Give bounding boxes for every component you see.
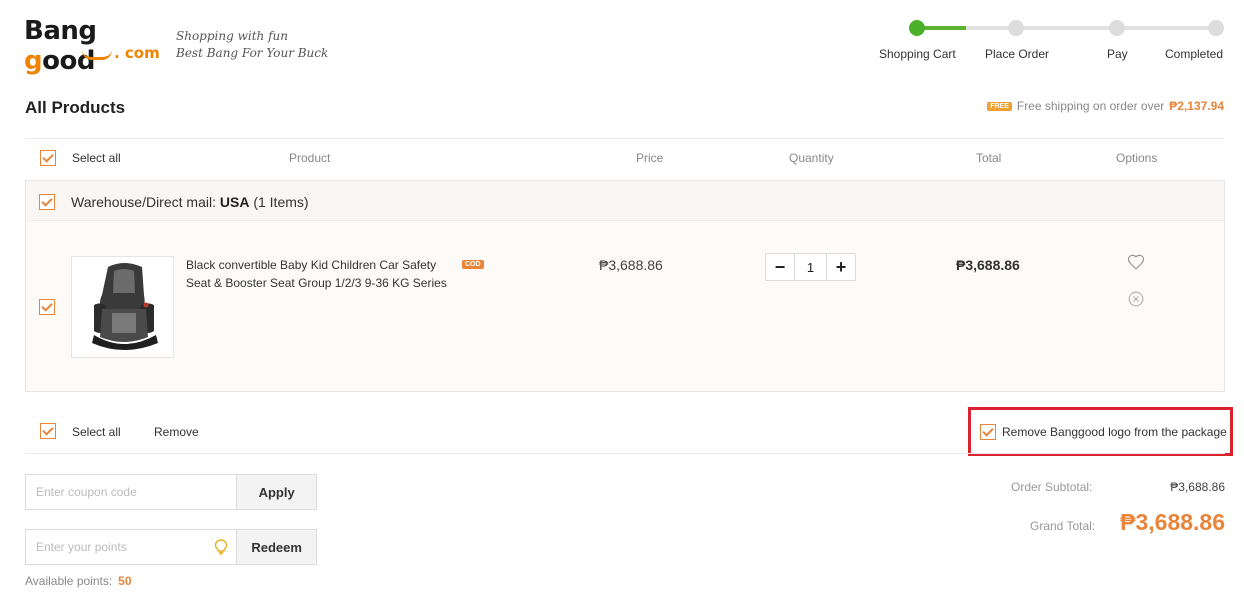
- item-price: ₱3,688.86: [599, 257, 663, 273]
- step-label-place-order: Place Order: [985, 47, 1050, 61]
- slogan-line-2: Best Bang For Your Buck: [176, 46, 329, 60]
- bottom-select-all-label[interactable]: Select all: [72, 425, 121, 439]
- step-dot-shopping-cart: [909, 20, 925, 36]
- lightbulb-icon[interactable]: [214, 539, 228, 555]
- column-product: Product: [289, 151, 331, 165]
- product-name[interactable]: Black convertible Baby Kid Children Car …: [186, 256, 456, 292]
- warehouse-checkbox[interactable]: [39, 194, 55, 210]
- heart-icon[interactable]: [1127, 253, 1145, 271]
- plus-icon[interactable]: +: [827, 254, 855, 280]
- apply-coupon-button[interactable]: Apply: [236, 475, 316, 509]
- bottom-select-all-checkbox[interactable]: [40, 423, 56, 439]
- remove-selected-link[interactable]: Remove: [154, 425, 199, 439]
- points-input[interactable]: [26, 530, 237, 564]
- item-total: ₱3,688.86: [956, 257, 1020, 273]
- grand-total-label: Grand Total:: [1030, 519, 1096, 533]
- banggood-logo[interactable]: Bang good . com: [24, 16, 174, 76]
- available-points-label: Available points:: [25, 574, 113, 588]
- free-shipping-text: Free shipping on order over: [1016, 99, 1165, 113]
- logo-com: . com: [114, 44, 160, 62]
- item-checkbox[interactable]: [39, 299, 55, 315]
- divider: [25, 453, 1225, 454]
- warehouse-country: USA: [219, 194, 250, 210]
- product-thumbnail[interactable]: [71, 256, 174, 358]
- free-shipping-amount: ₱2,137.94: [1169, 99, 1224, 113]
- minus-icon[interactable]: −: [766, 254, 794, 280]
- points-field: Redeem: [25, 529, 317, 565]
- step-dot-place-order: [1008, 20, 1024, 36]
- quantity-stepper: − 1 +: [765, 253, 856, 281]
- remove-logo-option[interactable]: Remove Banggood logo from the package: [980, 424, 1227, 440]
- remove-logo-label[interactable]: Remove Banggood logo from the package: [1002, 425, 1227, 439]
- redeem-points-button[interactable]: Redeem: [236, 530, 316, 564]
- remove-logo-checkbox[interactable]: [980, 424, 996, 440]
- step-dot-pay: [1109, 20, 1125, 36]
- divider: [25, 138, 1225, 139]
- step-dot-completed: [1208, 20, 1224, 36]
- warehouse-label-text: Warehouse/Direct mail:: [71, 194, 216, 210]
- free-shipping-notice: FREE Free shipping on order over ₱2,137.…: [987, 99, 1224, 113]
- column-options: Options: [1116, 151, 1158, 165]
- subtotal-label: Order Subtotal:: [1011, 480, 1093, 494]
- slogan: Shopping with fun Best Bang For Your Buc…: [176, 28, 328, 62]
- car-seat-image: [72, 257, 173, 357]
- warehouse-header: Warehouse/Direct mail: USA (1 Items): [26, 181, 1224, 221]
- column-price: Price: [636, 151, 664, 165]
- warehouse-group: Warehouse/Direct mail: USA (1 Items) Bla…: [25, 180, 1225, 392]
- checkout-progress-track: [916, 26, 1216, 30]
- coupon-field: Apply: [25, 474, 317, 510]
- column-total: Total: [976, 151, 1002, 165]
- column-quantity: Quantity: [789, 151, 834, 165]
- subtotal-value: ₱3,688.86: [1170, 480, 1225, 494]
- step-label-completed: Completed: [1165, 47, 1224, 61]
- grand-total-value: ₱3,688.86: [1120, 509, 1225, 535]
- close-circle-icon[interactable]: [1128, 291, 1144, 307]
- step-label-shopping-cart: Shopping Cart: [879, 47, 956, 61]
- cod-badge: COD: [462, 260, 484, 269]
- warehouse-count: (1 Items): [253, 194, 309, 210]
- quantity-value[interactable]: 1: [794, 254, 827, 280]
- free-badge: FREE: [987, 101, 1012, 111]
- step-label-pay: Pay: [1107, 47, 1128, 61]
- warehouse-label: Warehouse/Direct mail: USA (1 Items): [71, 194, 309, 210]
- select-all-checkbox[interactable]: [40, 150, 56, 166]
- slogan-line-1: Shopping with fun: [176, 29, 288, 43]
- select-all-label[interactable]: Select all: [72, 151, 121, 165]
- available-points-value: 50: [118, 574, 132, 588]
- available-points: Available points: 50: [25, 574, 132, 588]
- page-title: All Products: [25, 98, 126, 117]
- coupon-input[interactable]: [26, 475, 237, 509]
